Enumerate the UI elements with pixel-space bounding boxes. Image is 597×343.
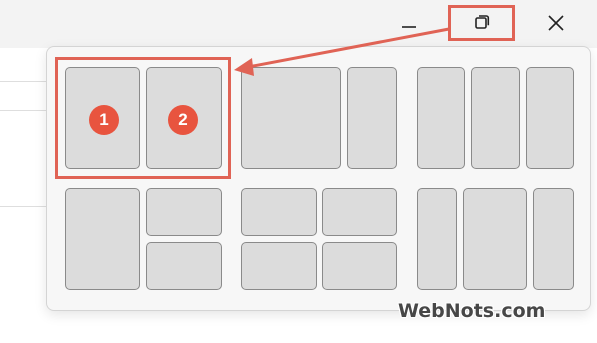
watermark: WebNots.com <box>398 300 546 322</box>
annotation-arrow <box>234 27 451 76</box>
